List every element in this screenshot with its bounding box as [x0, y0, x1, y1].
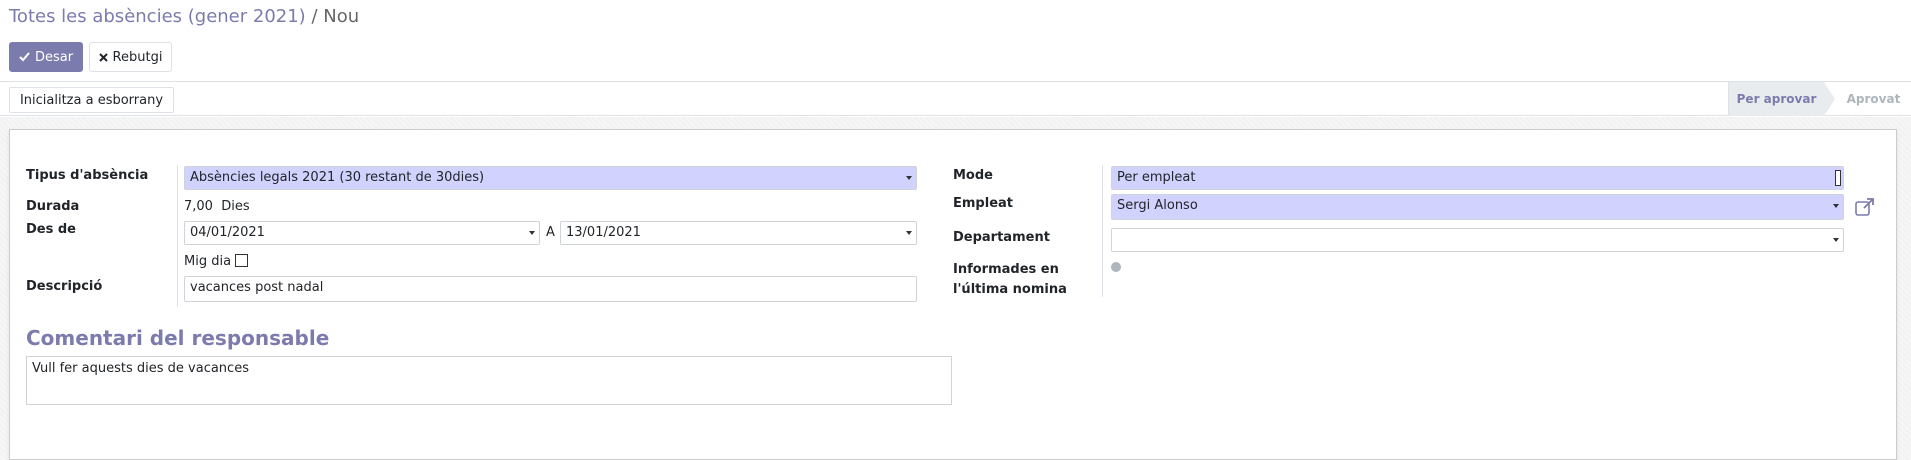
chevron-down-icon: [529, 231, 535, 235]
leave-type-select[interactable]: Absències legals 2021 (30 restant de 30d…: [184, 166, 917, 190]
stage-arrow: [1824, 82, 1835, 116]
save-button-label: Desar: [34, 49, 74, 65]
stage-to-approve[interactable]: Per aprovar: [1728, 82, 1824, 116]
date-from-label: Des de: [26, 222, 76, 237]
close-icon: [98, 52, 108, 62]
save-button[interactable]: Desar: [9, 42, 83, 72]
leave-type-label: Tipus d'absència: [26, 168, 149, 183]
payslip-status-toggle[interactable]: [1111, 262, 1121, 272]
employee-select[interactable]: Sergi Alonso: [1111, 194, 1844, 220]
external-link-icon[interactable]: [1855, 198, 1875, 216]
reset-to-draft-button[interactable]: Inicialitza a esborrany: [9, 87, 174, 113]
employee-value: Sergi Alonso: [1117, 198, 1198, 213]
duration-unit: Dies: [221, 199, 250, 214]
mode-select[interactable]: Per empleat: [1111, 166, 1844, 190]
leave-type-value: Absències legals 2021 (30 restant de 30d…: [190, 170, 485, 185]
description-value: vacances post nadal: [190, 280, 324, 295]
employee-label: Empleat: [953, 196, 1013, 211]
date-from-input[interactable]: 04/01/2021: [184, 221, 540, 245]
half-day-label: Mig dia: [184, 254, 232, 269]
breadcrumb-current: Nou: [323, 6, 360, 27]
date-to-input[interactable]: 13/01/2021: [560, 221, 917, 245]
breadcrumb: Totes les absències (gener 2021) / Nou: [9, 6, 359, 27]
duration-label: Durada: [26, 199, 80, 214]
left-column-divider: [177, 165, 178, 307]
description-input[interactable]: vacances post nadal: [184, 276, 917, 302]
date-from-value: 04/01/2021: [190, 225, 265, 240]
manager-comment-textarea[interactable]: Vull fer aquests dies de vacances: [26, 356, 952, 405]
payslip-label-line1: Informades en: [953, 262, 1059, 277]
discard-button-label: Rebutgi: [112, 49, 163, 65]
duration-value: 7,00 Dies: [184, 199, 250, 214]
department-label: Departament: [953, 230, 1050, 245]
check-icon: [19, 52, 30, 62]
half-day-checkbox[interactable]: [235, 254, 248, 267]
chevron-down-icon: [906, 231, 912, 235]
right-column-divider: [1102, 165, 1103, 297]
discard-button[interactable]: Rebutgi: [89, 42, 172, 72]
department-select[interactable]: [1111, 228, 1844, 252]
chevron-down-icon: [1833, 204, 1839, 208]
breadcrumb-separator: /: [311, 6, 318, 27]
chevron-down-icon: [1835, 170, 1841, 186]
date-to-label: A: [546, 225, 555, 240]
chevron-down-icon: [1833, 238, 1839, 242]
mode-label: Mode: [953, 168, 993, 183]
control-panel: Totes les absències (gener 2021) / Nou D…: [0, 0, 1911, 82]
stage-approved[interactable]: Aprovat: [1836, 82, 1911, 116]
payslip-label: Informades en l'última nomina: [953, 260, 1067, 300]
breadcrumb-parent-link[interactable]: Totes les absències (gener 2021): [9, 6, 306, 27]
manager-comment-title: Comentari del responsable: [26, 326, 330, 350]
mode-value: Per empleat: [1117, 170, 1196, 185]
date-to-value: 13/01/2021: [566, 225, 641, 240]
duration-number: 7,00: [184, 199, 213, 214]
payslip-label-line2: l'última nomina: [953, 282, 1067, 297]
statusbar: Inicialitza a esborrany Per aprovar Apro…: [0, 82, 1911, 116]
chevron-down-icon: [906, 176, 912, 180]
description-label: Descripció: [26, 279, 103, 294]
